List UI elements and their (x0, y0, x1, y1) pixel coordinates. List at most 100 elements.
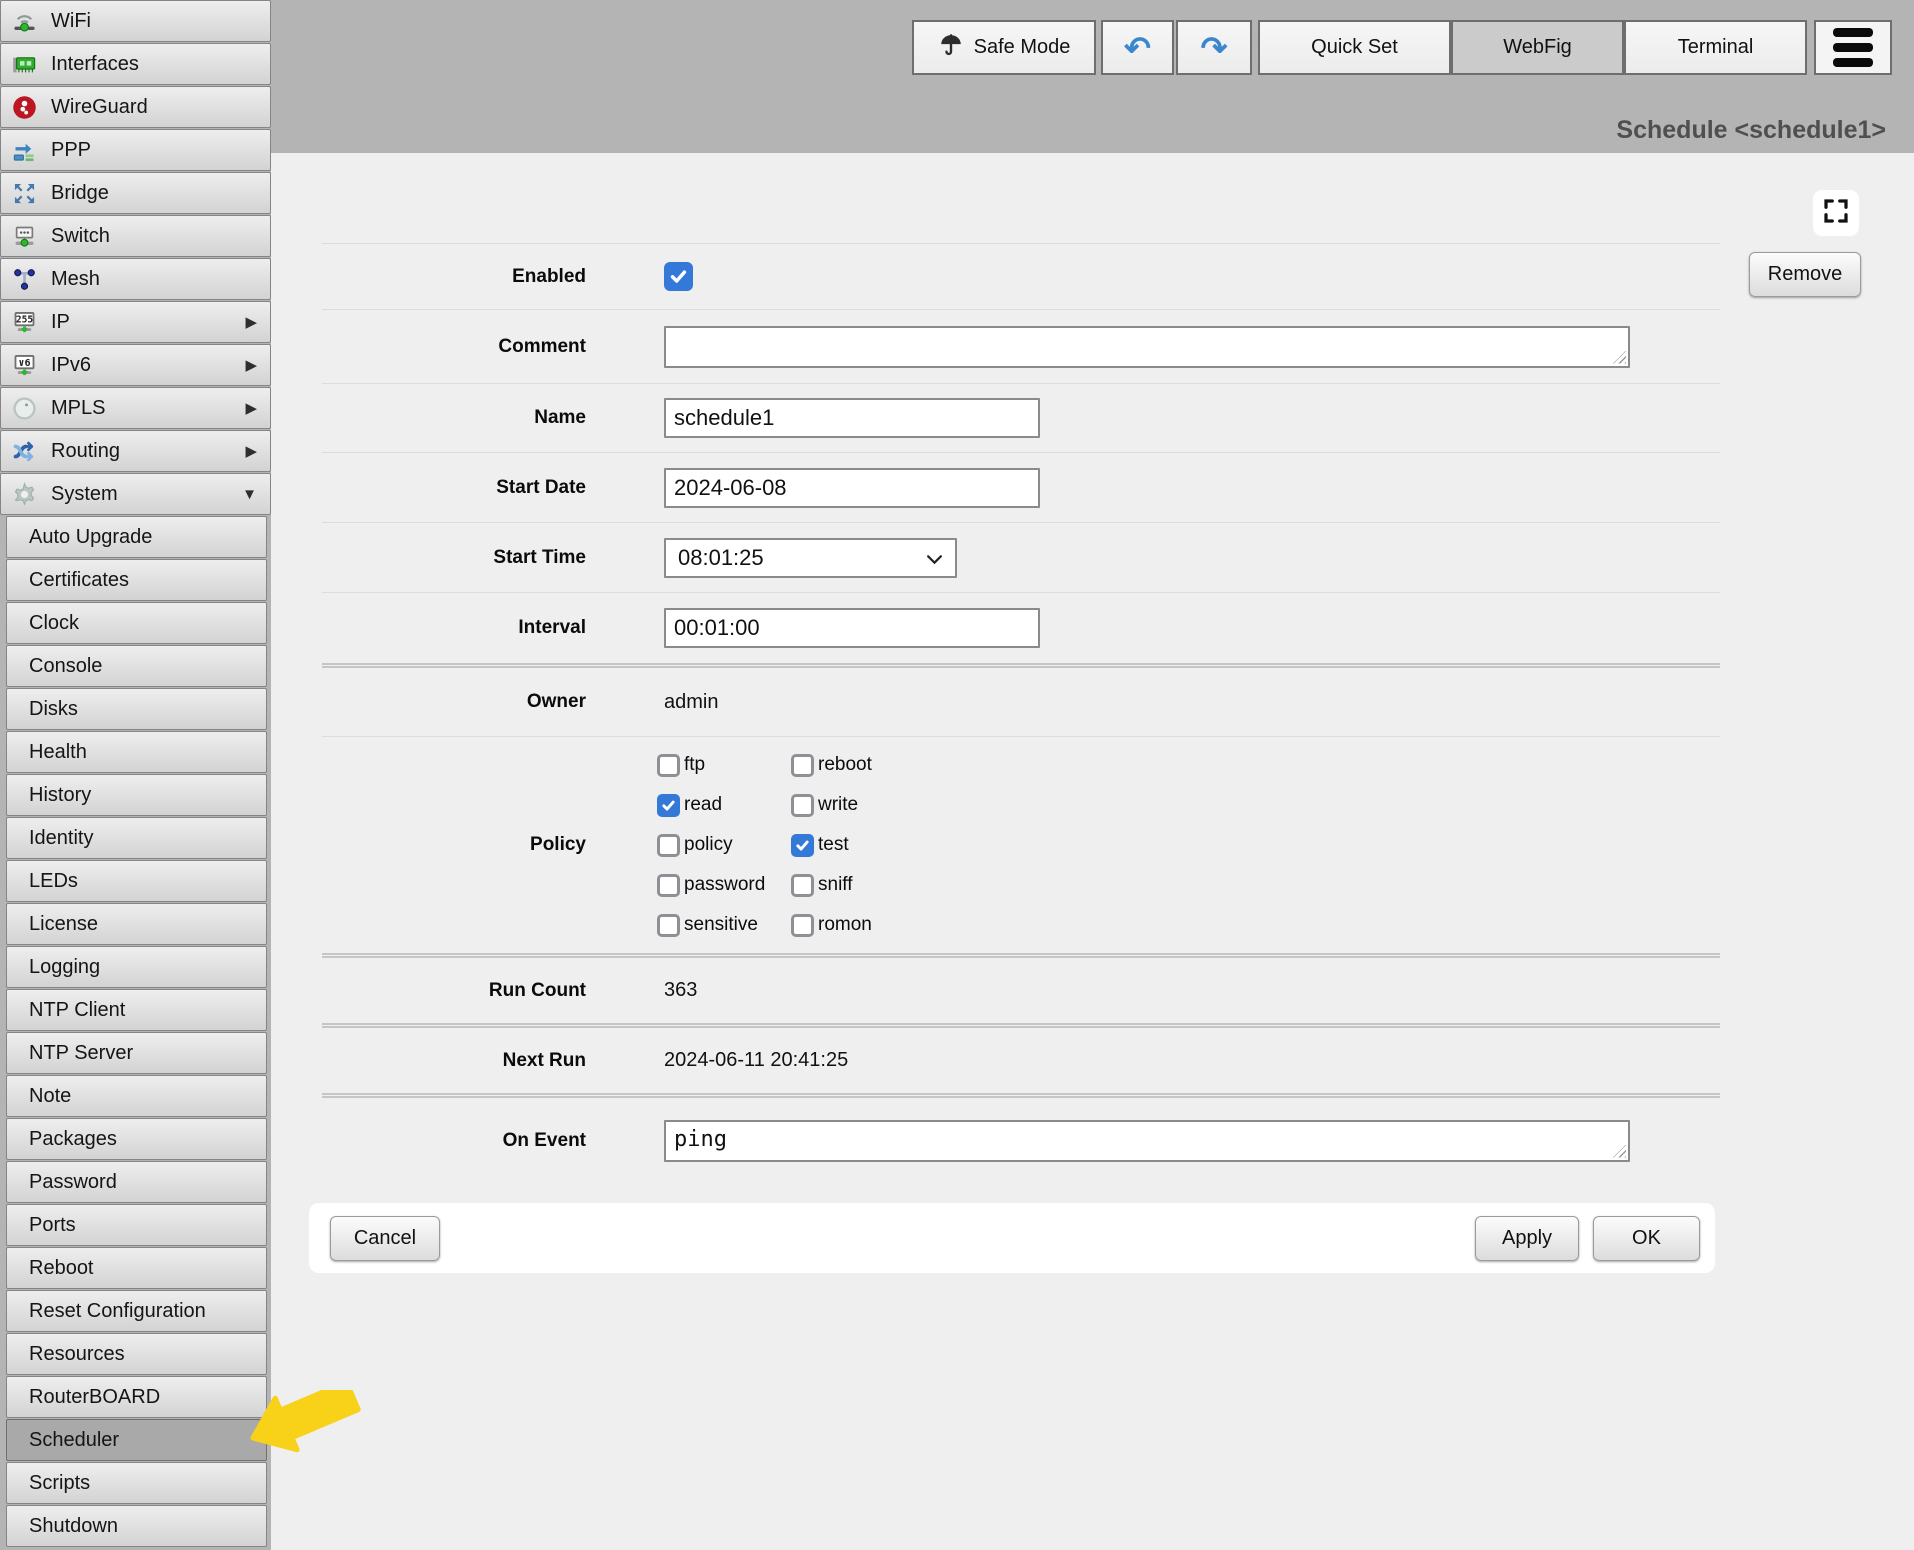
sidebar-item-certificates[interactable]: Certificates (6, 559, 267, 601)
sidebar-item-label: Note (29, 1085, 71, 1108)
start-date-input[interactable] (664, 468, 1040, 508)
policy-option-read[interactable]: read (657, 794, 791, 817)
checkbox-unchecked-icon[interactable] (657, 834, 680, 857)
sidebar-item-mesh[interactable]: Mesh (0, 258, 271, 300)
mesh-icon (11, 266, 38, 293)
tab-webfig[interactable]: WebFig (1451, 20, 1624, 75)
sidebar-item-packages[interactable]: Packages (6, 1118, 267, 1160)
policy-option-reboot[interactable]: reboot (791, 754, 872, 777)
sidebar-item-license[interactable]: License (6, 903, 267, 945)
sidebar-item-interfaces[interactable]: Interfaces (0, 43, 271, 85)
policy-grid: ftp reboot read write policy test password snif… (657, 745, 872, 945)
policy-option-label: password (684, 874, 765, 896)
sidebar-item-bridge[interactable]: Bridge (0, 172, 271, 214)
policy-option-password[interactable]: password (657, 874, 791, 897)
start-time-label: Start Time (322, 547, 586, 569)
sidebar-item-scheduler[interactable]: Scheduler (6, 1419, 267, 1461)
action-panel: Cancel Apply OK (309, 1203, 1715, 1273)
sidebar-item-label: Scheduler (29, 1429, 119, 1452)
sidebar-item-identity[interactable]: Identity (6, 817, 267, 859)
comment-label: Comment (322, 336, 586, 358)
sidebar-item-note[interactable]: Note (6, 1075, 267, 1117)
sidebar-item-scripts[interactable]: Scripts (6, 1462, 267, 1504)
sidebar-item-resources[interactable]: Resources (6, 1333, 267, 1375)
sidebar-item-console[interactable]: Console (6, 645, 267, 687)
enabled-checkbox[interactable] (664, 262, 693, 291)
sidebar-item-label: Reboot (29, 1257, 94, 1280)
tab-quick-set[interactable]: Quick Set (1258, 20, 1451, 75)
on-event-label: On Event (322, 1130, 586, 1152)
sidebar-item-routerboard[interactable]: RouterBOARD (6, 1376, 267, 1418)
sidebar-item-mpls[interactable]: MPLS▶ (0, 387, 271, 429)
sidebar-item-wifi[interactable]: WiFi (0, 0, 271, 42)
sidebar-item-leds[interactable]: LEDs (6, 860, 267, 902)
ok-button[interactable]: OK (1593, 1216, 1700, 1261)
sidebar-item-routing[interactable]: Routing▶ (0, 430, 271, 472)
sidebar-item-health[interactable]: Health (6, 731, 267, 773)
name-input[interactable] (664, 398, 1040, 438)
sidebar-item-password[interactable]: Password (6, 1161, 267, 1203)
sidebar-item-history[interactable]: History (6, 774, 267, 816)
interval-input[interactable] (664, 608, 1040, 648)
checkbox-unchecked-icon[interactable] (657, 754, 680, 777)
policy-option-policy[interactable]: policy (657, 834, 791, 857)
sidebar-item-wireguard[interactable]: WireGuard (0, 86, 271, 128)
checkbox-checked-icon[interactable] (791, 834, 814, 857)
sidebar-item-ipv6[interactable]: ∨6IPv6▶ (0, 344, 271, 386)
chevron-right-icon: ▶ (245, 356, 257, 374)
sidebar-item-ntp-client[interactable]: NTP Client (6, 989, 267, 1031)
sidebar-item-clock[interactable]: Clock (6, 602, 267, 644)
policy-option-label: romon (818, 914, 872, 936)
undo-button[interactable]: ↶ (1101, 20, 1174, 75)
cancel-button[interactable]: Cancel (330, 1216, 440, 1261)
mpls-icon (11, 395, 38, 422)
policy-option-label: reboot (818, 754, 872, 776)
policy-label: Policy (322, 834, 586, 856)
tab-terminal[interactable]: Terminal (1624, 20, 1807, 75)
policy-option-label: write (818, 794, 858, 816)
sidebar-item-auto-upgrade[interactable]: Auto Upgrade (6, 516, 267, 558)
policy-option-sniff[interactable]: sniff (791, 874, 872, 897)
sidebar-item-label: Identity (29, 827, 93, 850)
sidebar-item-disks[interactable]: Disks (6, 688, 267, 730)
policy-option-sensitive[interactable]: sensitive (657, 914, 791, 937)
sidebar-item-ports[interactable]: Ports (6, 1204, 267, 1246)
sidebar-item-switch[interactable]: Switch (0, 215, 271, 257)
sidebar-item-logging[interactable]: Logging (6, 946, 267, 988)
policy-option-test[interactable]: test (791, 834, 872, 857)
checkbox-checked-icon[interactable] (657, 794, 680, 817)
sidebar-item-label: PPP (51, 139, 91, 162)
redo-button[interactable]: ↷ (1176, 20, 1252, 75)
checkbox-unchecked-icon[interactable] (657, 874, 680, 897)
sidebar-item-ntp-server[interactable]: NTP Server (6, 1032, 267, 1074)
safe-mode-button[interactable]: Safe Mode (912, 20, 1096, 75)
remove-button[interactable]: Remove (1749, 252, 1861, 297)
checkbox-unchecked-icon[interactable] (791, 754, 814, 777)
checkbox-unchecked-icon[interactable] (791, 794, 814, 817)
checkbox-unchecked-icon[interactable] (791, 914, 814, 937)
hamburger-menu-button[interactable] (1814, 20, 1892, 75)
policy-option-write[interactable]: write (791, 794, 872, 817)
sidebar-item-reset-configuration[interactable]: Reset Configuration (6, 1290, 267, 1332)
sidebar-item-label: License (29, 913, 98, 936)
checkbox-unchecked-icon[interactable] (657, 914, 680, 937)
policy-option-label: sniff (818, 874, 853, 896)
sidebar-item-label: Console (29, 655, 102, 678)
sidebar-item-system[interactable]: System▼ (0, 473, 271, 515)
sidebar-item-label: Bridge (51, 182, 109, 205)
sidebar-item-ppp[interactable]: PPP (0, 129, 271, 171)
sidebar-item-label: NTP Server (29, 1042, 133, 1065)
checkbox-unchecked-icon[interactable] (791, 874, 814, 897)
policy-option-label: test (818, 834, 849, 856)
apply-button[interactable]: Apply (1475, 1216, 1579, 1261)
sidebar-item-shutdown[interactable]: Shutdown (6, 1505, 267, 1547)
start-time-select[interactable]: 08:01:25 (664, 538, 957, 578)
sidebar-item-label: RouterBOARD (29, 1386, 160, 1409)
comment-textarea[interactable] (664, 326, 1630, 368)
policy-option-ftp[interactable]: ftp (657, 754, 791, 777)
sidebar-item-reboot[interactable]: Reboot (6, 1247, 267, 1289)
sidebar-item-ip[interactable]: 255IP▶ (0, 301, 271, 343)
on-event-textarea[interactable]: ping (664, 1120, 1630, 1162)
fullscreen-button[interactable] (1813, 190, 1859, 236)
policy-option-romon[interactable]: romon (791, 914, 872, 937)
